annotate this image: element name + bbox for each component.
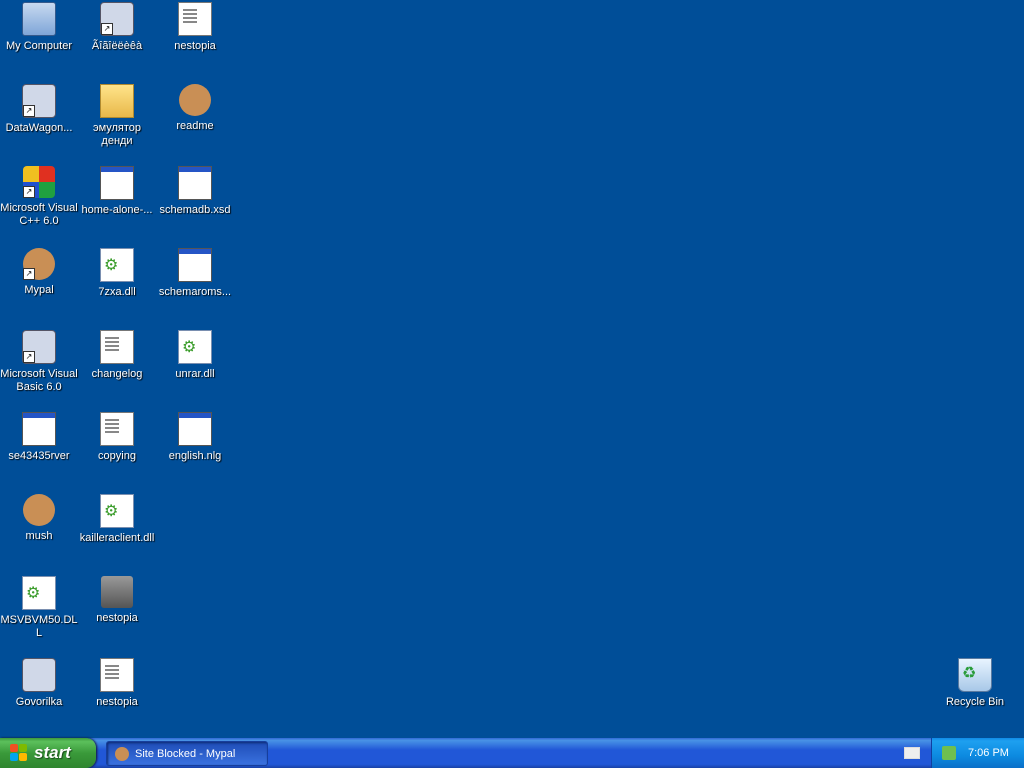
desktop-icon-label: readme [176, 120, 214, 132]
visual-basic-icon: ↗ [22, 330, 56, 364]
desktop-icon-kailleraclient[interactable]: kailleraclient.dll [78, 494, 156, 545]
desktop-icon-changelog[interactable]: changelog [78, 330, 156, 381]
desktop-icon-7zxa-dll[interactable]: 7zxa.dll [78, 248, 156, 299]
application-window-icon [178, 248, 212, 282]
desktop-icon-label: kailleraclient.dll [79, 532, 155, 544]
desktop-icon-label: Ãîãîëëèêà [91, 40, 143, 52]
visual-cpp-icon: ↗ [23, 166, 55, 198]
application-window-icon [22, 412, 56, 446]
network-status-icon[interactable] [942, 746, 956, 760]
dll-file-icon [22, 576, 56, 610]
desktop-icon-nestopia-html[interactable]: nestopia [156, 2, 234, 53]
desktop-icon-unrar-dll[interactable]: unrar.dll [156, 330, 234, 381]
dog-face-icon [23, 494, 55, 526]
desktop-icon-schemaroms[interactable]: schemaroms... [156, 248, 234, 299]
desktop-icon-label: DataWagon... [5, 122, 73, 134]
dll-file-icon [100, 248, 134, 282]
desktop-icon-gogolika[interactable]: ↗ Ãîãîëëèêà [78, 2, 156, 53]
application-window-icon [100, 166, 134, 200]
govorilka-icon [22, 658, 56, 692]
desktop-icon-label: nestopia [96, 696, 138, 708]
desktop-icon-label: schemaroms... [158, 286, 232, 298]
text-document-icon [100, 330, 134, 364]
desktop-icon-label: Govorilka [15, 696, 63, 708]
desktop-icon-label: эмулятор денди [92, 122, 142, 147]
desktop-icon-nestopia-machine[interactable]: nestopia [78, 576, 156, 625]
recycle-bin-icon [958, 658, 992, 692]
shortcut-arrow-icon: ↗ [23, 105, 35, 117]
text-document-icon [100, 412, 134, 446]
desktop-icon-label: home-alone-... [81, 204, 153, 216]
desktop-icon-label: english.nlg [168, 450, 222, 462]
desktop-icon-visual-basic[interactable]: ↗ Microsoft Visual Basic 6.0 [0, 330, 78, 394]
desktop-icon-label: Recycle Bin [945, 696, 1005, 708]
desktop-icon-recycle-bin[interactable]: Recycle Bin [936, 658, 1014, 709]
shortcut-arrow-icon: ↗ [23, 351, 35, 363]
dll-file-icon [100, 494, 134, 528]
dll-file-icon [178, 330, 212, 364]
desktop-icon-english-nlg[interactable]: english.nlg [156, 412, 234, 463]
desktop-icon-label: My Computer [5, 40, 73, 52]
desktop-icon-label: se43435rver [8, 450, 70, 462]
shortcut-arrow-icon: ↗ [101, 23, 113, 35]
keyboard-icon[interactable] [904, 747, 920, 759]
desktop-icon-label: Microsoft Visual Basic 6.0 [0, 368, 78, 393]
start-button[interactable]: start [0, 738, 96, 768]
desktop-icon-copying[interactable]: copying [78, 412, 156, 463]
desktop-icon-datawagon[interactable]: ↗ DataWagon... [0, 84, 78, 135]
desktop-icon-visual-cpp[interactable]: ↗ Microsoft Visual C++ 6.0 [0, 166, 78, 228]
zip-folder-icon [100, 84, 134, 118]
system-tray: 7:06 PM [931, 738, 1024, 768]
shortcut-arrow-icon: ↗ [23, 268, 35, 280]
desktop-icon-schemadb[interactable]: schemadb.xsd [156, 166, 234, 217]
shortcut-arrow-icon: ↗ [23, 186, 35, 198]
taskbar-button-label: Site Blocked - Mypal [135, 747, 236, 760]
windows-logo-icon [10, 744, 28, 762]
desktop-icon-se43435rver[interactable]: se43435rver [0, 412, 78, 463]
desktop-icon-govorilka[interactable]: Govorilka [0, 658, 78, 709]
desktop-icon-msvbvm50[interactable]: MSVBVM50.DLL [0, 576, 78, 640]
desktop-icon-label: changelog [91, 368, 143, 380]
html-document-icon [178, 2, 212, 36]
desktop-icon-mypal[interactable]: ↗ Mypal [0, 248, 78, 297]
desktop-icon-mush[interactable]: mush [0, 494, 78, 543]
desktop: My Computer ↗ DataWagon... ↗ Microsoft V… [0, 0, 1024, 738]
datawagon-icon: ↗ [22, 84, 56, 118]
desktop-icon-home-alone[interactable]: home-alone-... [78, 166, 156, 217]
desktop-icon-nestopia-text[interactable]: nestopia [78, 658, 156, 709]
desktop-icon-label: mush [25, 530, 53, 542]
desktop-icon-label: schemadb.xsd [159, 204, 231, 216]
desktop-icon-label: MSVBVM50.DLL [0, 614, 78, 639]
desktop-icon-label: Mypal [24, 284, 54, 296]
desktop-icon-emulator-dendy[interactable]: эмулятор денди [78, 84, 156, 148]
desktop-icon-label: copying [98, 450, 136, 462]
desktop-icon-label: nestopia [174, 40, 216, 52]
raccoon-icon [179, 84, 211, 116]
desktop-icon-my-computer[interactable]: My Computer [0, 2, 78, 53]
desktop-icon-label: 7zxa.dll [98, 286, 136, 298]
console-machine-icon [101, 576, 133, 608]
taskbar-button-mypal[interactable]: Site Blocked - Mypal [106, 741, 268, 766]
application-window-icon [178, 166, 212, 200]
computer-icon [22, 2, 56, 36]
start-label: start [34, 743, 71, 762]
mypal-raccoon-icon [115, 746, 129, 761]
desktop-icon-label: unrar.dll [175, 368, 215, 380]
text-document-icon [100, 658, 134, 692]
clock[interactable]: 7:06 PM [968, 747, 1009, 759]
desktop-icon-readme[interactable]: readme [156, 84, 234, 133]
desktop-icon-label: Microsoft Visual C++ 6.0 [0, 202, 78, 227]
desktop-icon-label: nestopia [96, 612, 138, 624]
application-window-icon [178, 412, 212, 446]
mypal-raccoon-icon: ↗ [23, 248, 55, 280]
phone-shortcut-icon: ↗ [100, 2, 134, 36]
taskbar: start Site Blocked - Mypal 7:06 PM [0, 738, 1024, 768]
